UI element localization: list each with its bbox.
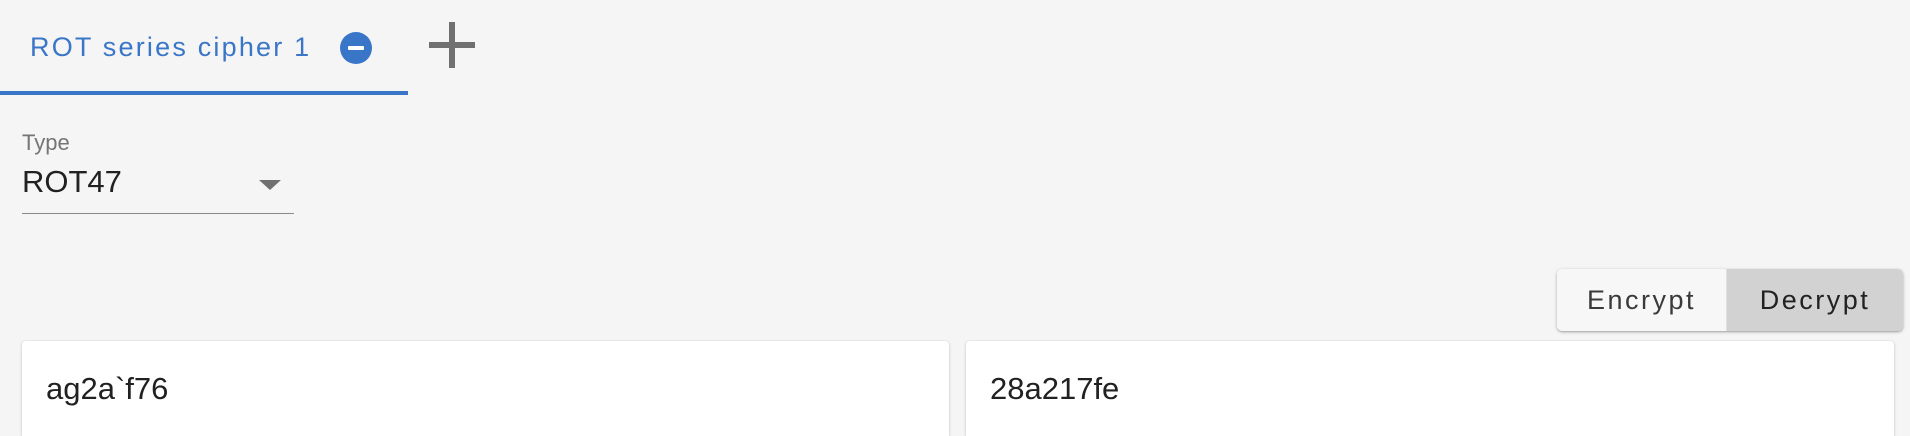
type-field: Type ROT47 <box>22 130 294 218</box>
caret-down-icon <box>259 180 281 190</box>
minus-bar <box>348 46 364 50</box>
type-select-value: ROT47 <box>22 164 122 199</box>
plus-icon[interactable] <box>427 20 477 70</box>
decrypt-button[interactable]: Decrypt <box>1727 269 1903 331</box>
tab-bar: ROT series cipher 1 <box>0 0 408 95</box>
input-text-panel[interactable]: ag2a`f76 <box>22 341 949 436</box>
tab-rot-series-cipher-1[interactable]: ROT series cipher 1 <box>0 0 408 95</box>
output-text-panel[interactable]: 28a217fe <box>966 341 1894 436</box>
input-text: ag2a`f76 <box>46 371 169 406</box>
mode-toggle-group: Encrypt Decrypt <box>1557 269 1903 331</box>
tab-active-indicator <box>0 91 408 95</box>
minus-circle-icon[interactable] <box>340 32 372 64</box>
plus-horizontal-bar <box>429 42 475 48</box>
tab-label: ROT series cipher 1 <box>30 32 312 62</box>
encrypt-button[interactable]: Encrypt <box>1557 269 1727 331</box>
output-text: 28a217fe <box>990 371 1120 406</box>
type-select[interactable]: ROT47 <box>22 164 294 214</box>
type-field-label: Type <box>22 130 70 155</box>
app-root: ROT series cipher 1 Type ROT47 Encrypt D… <box>0 0 1910 436</box>
